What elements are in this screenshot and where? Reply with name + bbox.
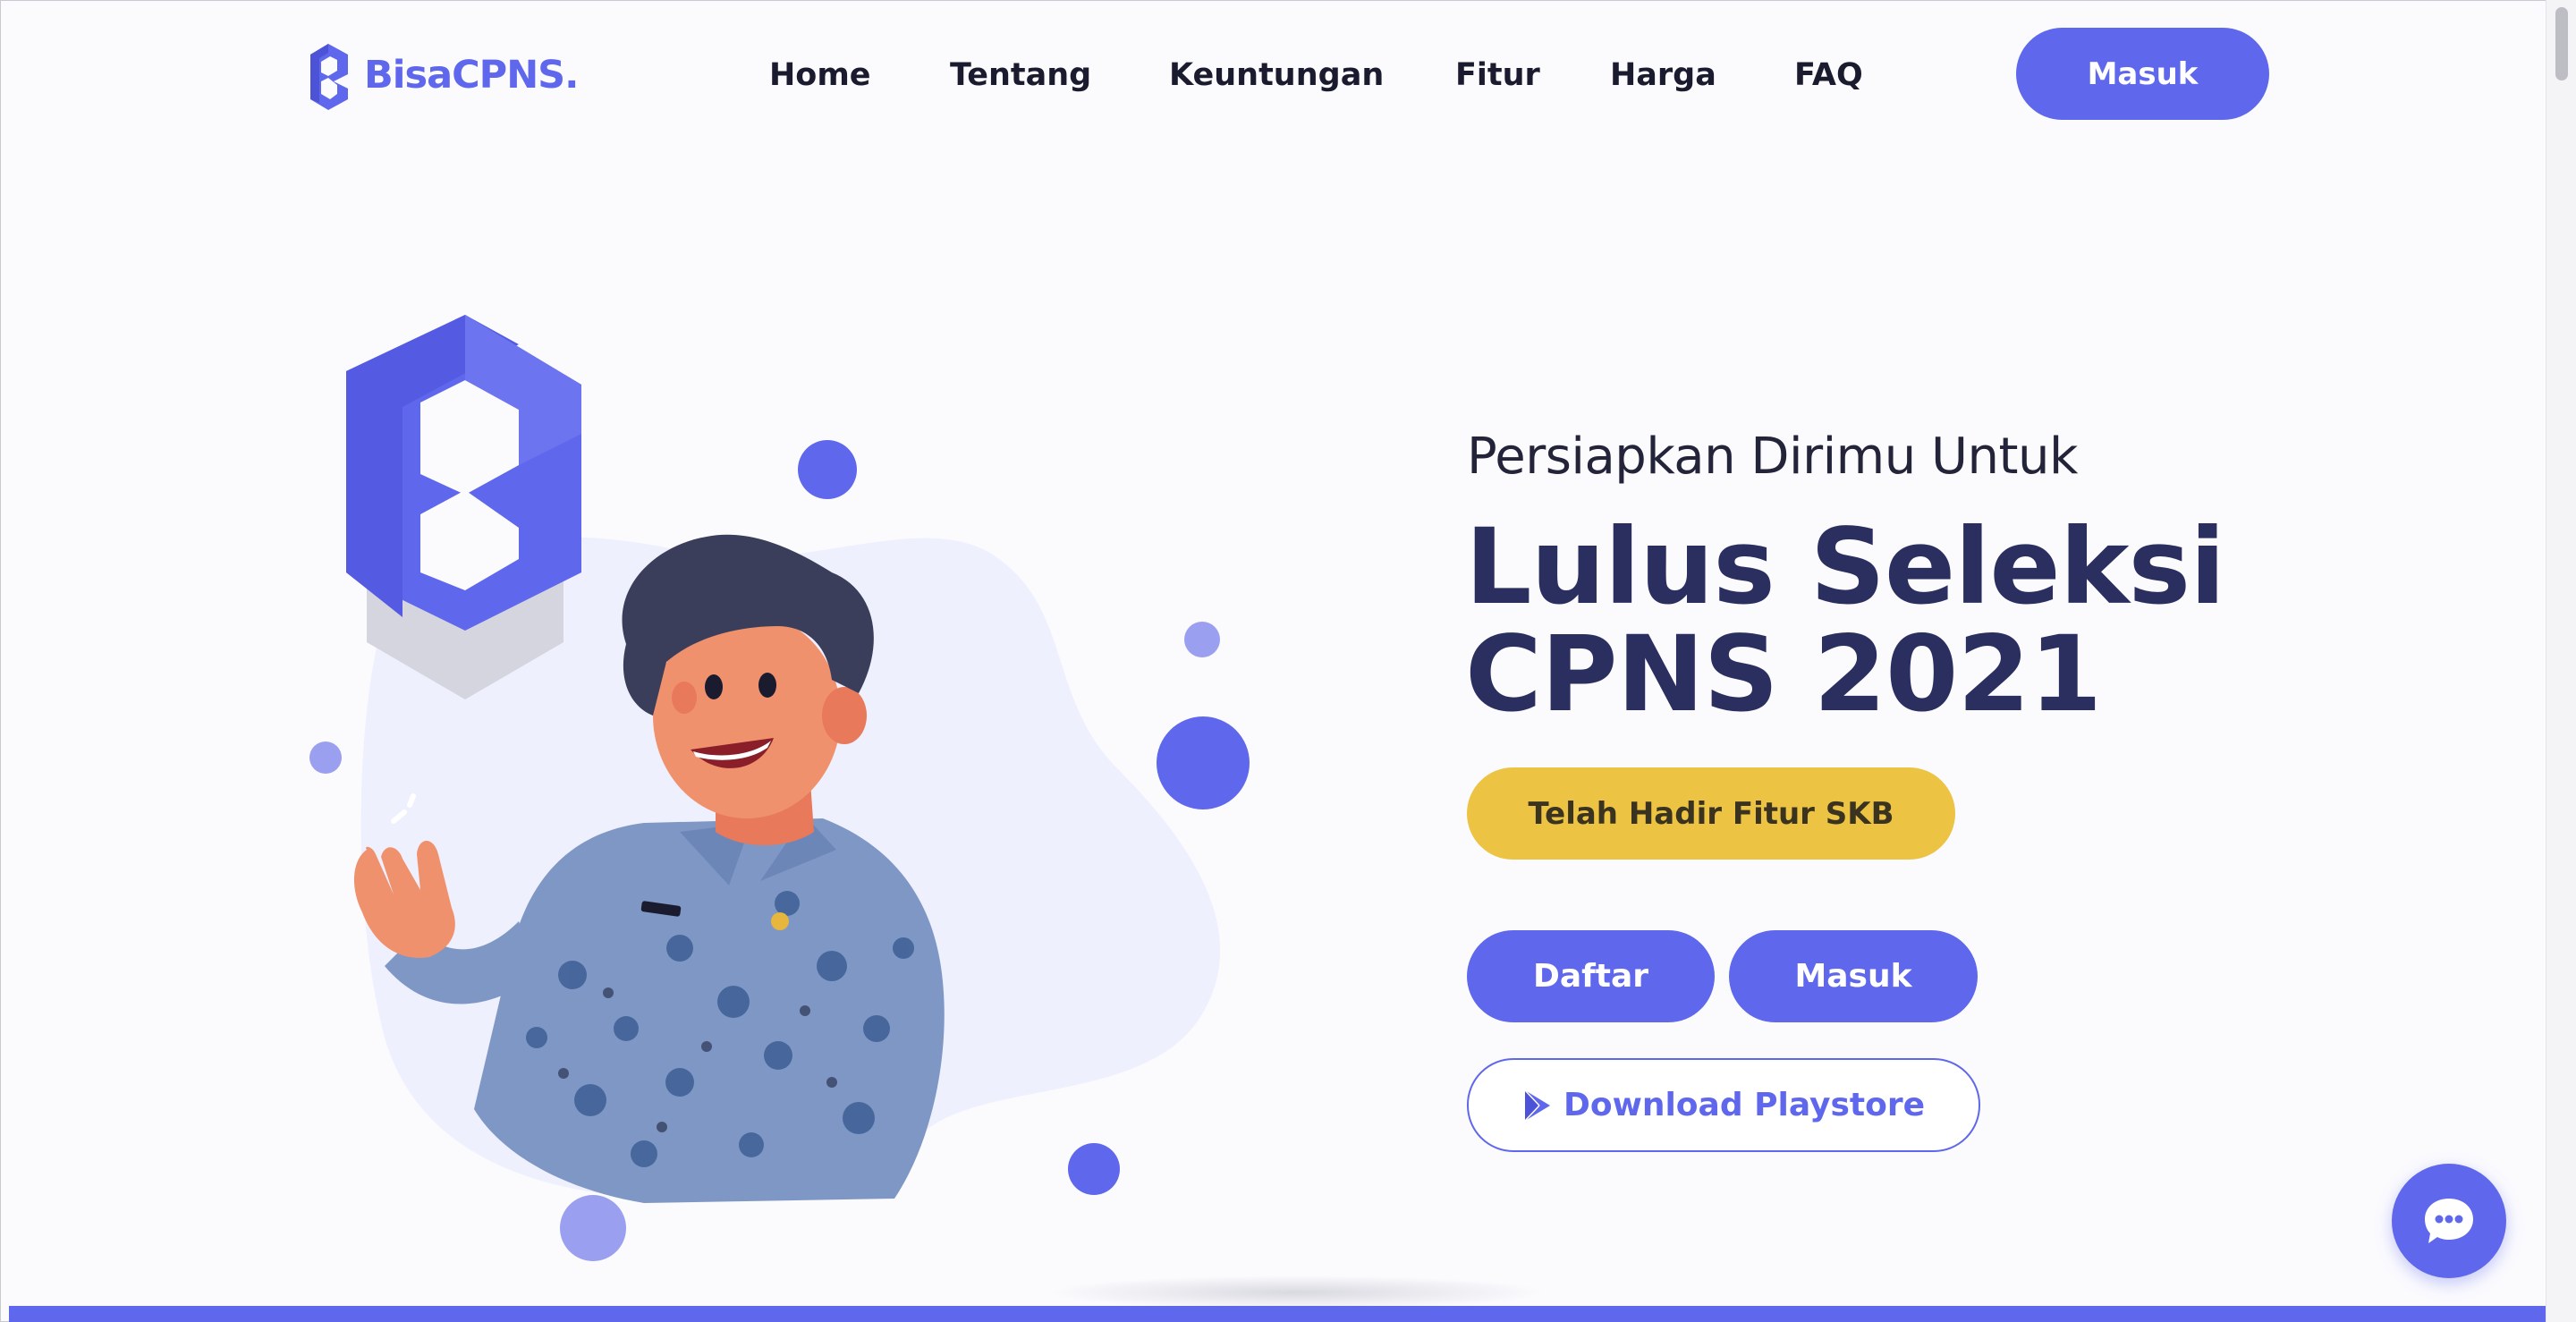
download-playstore-label: Download Playstore bbox=[1563, 1087, 1926, 1123]
logo-text: BisaCPNS. bbox=[364, 53, 579, 97]
hero-illustration bbox=[309, 315, 1250, 1261]
deco-circle bbox=[1184, 622, 1220, 657]
nav-fitur[interactable]: Fitur bbox=[1455, 50, 1540, 100]
nav-home[interactable]: Home bbox=[769, 50, 871, 100]
chat-widget-button[interactable] bbox=[2392, 1164, 2506, 1278]
deco-circle bbox=[798, 440, 857, 499]
hero-title: Lulus Seleksi CPNS 2021 bbox=[1465, 505, 2225, 735]
deco-circle bbox=[560, 1195, 626, 1261]
bisacpns-logo-icon bbox=[310, 44, 348, 110]
skb-feature-button[interactable]: Telah Hadir Fitur SKB bbox=[1467, 767, 1955, 860]
logo[interactable]: BisaCPNS. bbox=[307, 39, 579, 111]
header-login-button[interactable]: Masuk bbox=[2016, 28, 2269, 120]
download-playstore-button[interactable]: Download Playstore bbox=[1467, 1058, 1980, 1152]
section-shadow bbox=[1046, 1275, 1547, 1309]
deco-circle bbox=[1068, 1143, 1120, 1195]
illustration-logo-mark bbox=[346, 315, 581, 631]
vertical-scrollbar[interactable] bbox=[2546, 0, 2576, 1322]
hero-subtitle: Persiapkan Dirimu Untuk bbox=[1467, 428, 2078, 486]
login-button[interactable]: Masuk bbox=[1729, 930, 1978, 1022]
play-icon bbox=[1524, 1089, 1550, 1122]
nav-faq[interactable]: FAQ bbox=[1794, 50, 1863, 100]
deco-circle bbox=[1157, 716, 1250, 809]
nav-keuntungan[interactable]: Keuntungan bbox=[1169, 50, 1384, 100]
scrollbar-thumb[interactable] bbox=[2555, 7, 2568, 81]
nav-tentang[interactable]: Tentang bbox=[950, 50, 1091, 100]
deco-circle bbox=[309, 742, 342, 774]
register-button[interactable]: Daftar bbox=[1467, 930, 1715, 1022]
nav-harga[interactable]: Harga bbox=[1610, 50, 1716, 100]
chat-bubble-icon bbox=[2425, 1199, 2473, 1243]
next-section-edge bbox=[9, 1306, 2546, 1322]
